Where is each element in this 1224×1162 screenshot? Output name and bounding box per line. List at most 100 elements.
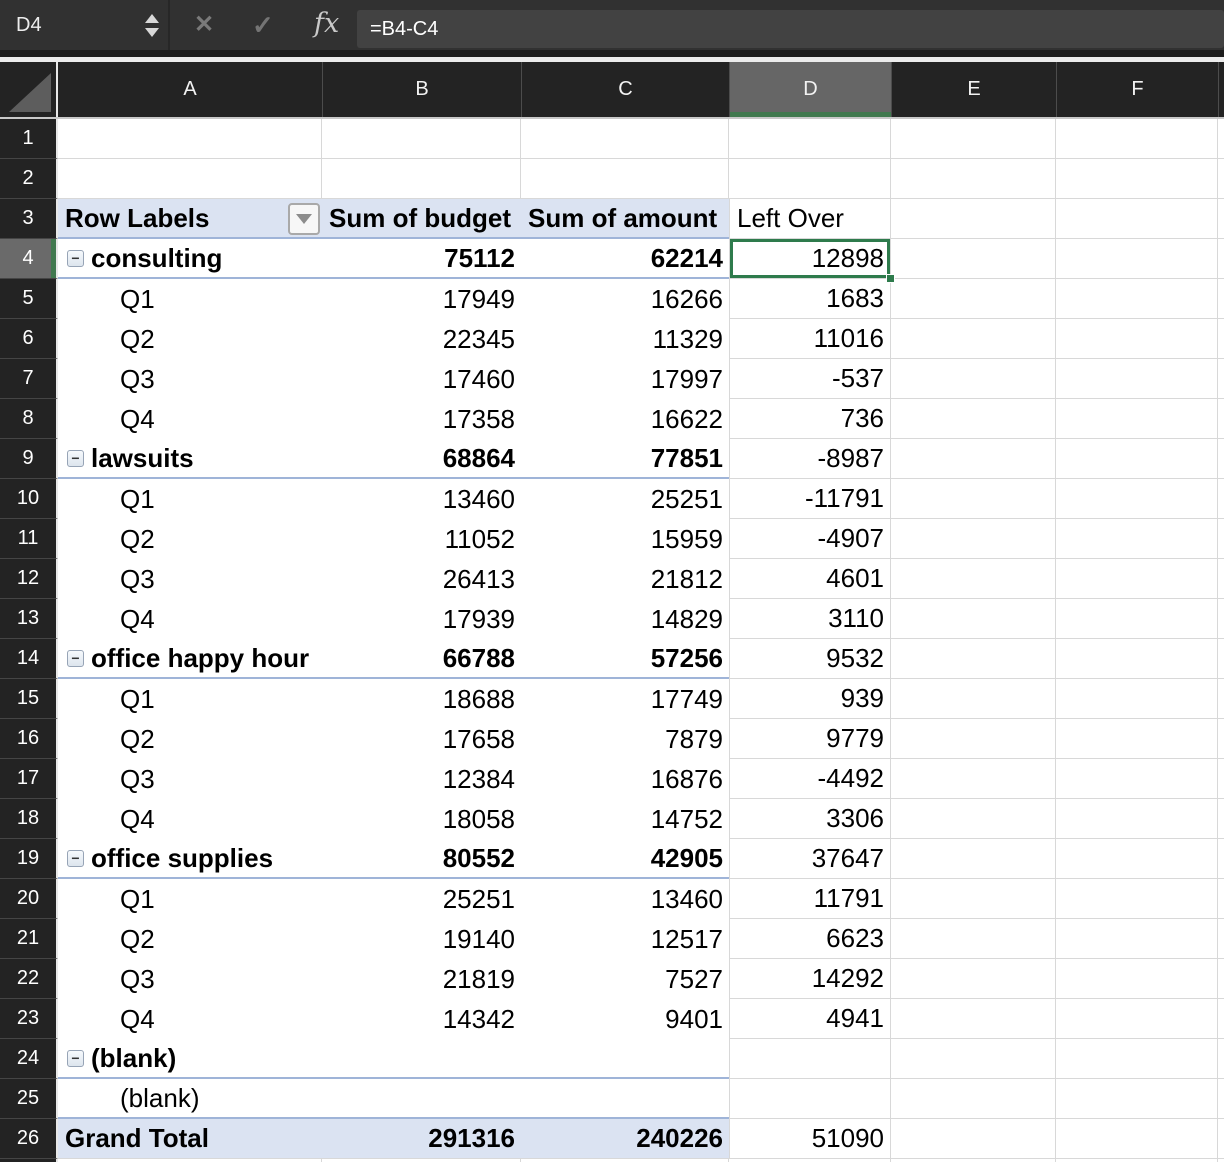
- cell-E13[interactable]: [891, 599, 1056, 639]
- cell-B4[interactable]: 75112: [322, 239, 521, 279]
- cell-E24[interactable]: [891, 1039, 1056, 1079]
- cell-F18[interactable]: [1056, 799, 1218, 839]
- cell-F20[interactable]: [1056, 879, 1218, 919]
- cell-A22[interactable]: Q3: [58, 959, 322, 999]
- collapse-button[interactable]: −: [67, 650, 84, 667]
- row-header-26[interactable]: 26: [0, 1119, 58, 1159]
- cell-E1[interactable]: [891, 119, 1056, 159]
- row-header-8[interactable]: 8: [0, 399, 58, 439]
- select-all-corner[interactable]: [0, 62, 58, 117]
- cell-E6[interactable]: [891, 319, 1056, 359]
- cell-D16[interactable]: 9779: [729, 719, 891, 759]
- cell-B17[interactable]: 12384: [322, 759, 521, 799]
- cell-A25[interactable]: (blank): [58, 1079, 322, 1119]
- cell-D3[interactable]: Left Over: [729, 199, 891, 239]
- cell-C21[interactable]: 12517: [521, 919, 729, 959]
- column-header-F[interactable]: F: [1056, 62, 1218, 117]
- cell-C18[interactable]: 14752: [521, 799, 729, 839]
- cell-B18[interactable]: 18058: [322, 799, 521, 839]
- row-header-6[interactable]: 6: [0, 319, 58, 359]
- cell-A8[interactable]: Q4: [58, 399, 322, 439]
- cell-D5[interactable]: 1683: [729, 279, 891, 319]
- cell-C20[interactable]: 13460: [521, 879, 729, 919]
- cell-E7[interactable]: [891, 359, 1056, 399]
- cell-C9[interactable]: 77851: [521, 439, 729, 479]
- cell-B25[interactable]: [322, 1079, 521, 1119]
- cell-F5[interactable]: [1056, 279, 1218, 319]
- cell-F12[interactable]: [1056, 559, 1218, 599]
- row-header-24[interactable]: 24: [0, 1039, 58, 1079]
- row-header-18[interactable]: 18: [0, 799, 58, 839]
- confirm-icon[interactable]: ✓: [252, 0, 274, 50]
- cell-F15[interactable]: [1056, 679, 1218, 719]
- cell-C24[interactable]: [521, 1039, 729, 1079]
- row-header-9[interactable]: 9: [0, 439, 58, 479]
- cell-D4[interactable]: 12898: [729, 239, 891, 279]
- cell-B24[interactable]: [322, 1039, 521, 1079]
- cell-D8[interactable]: 736: [729, 399, 891, 439]
- cell-F3[interactable]: [1056, 199, 1218, 239]
- cell-C5[interactable]: 16266: [521, 279, 729, 319]
- cell-A20[interactable]: Q1: [58, 879, 322, 919]
- cell-E22[interactable]: [891, 959, 1056, 999]
- cell-B2[interactable]: [322, 159, 521, 199]
- cell-A4[interactable]: −consulting: [58, 239, 322, 279]
- cell-E26[interactable]: [891, 1119, 1056, 1159]
- cell-F11[interactable]: [1056, 519, 1218, 559]
- cell-B26[interactable]: 291316: [322, 1119, 521, 1159]
- cell-C22[interactable]: 7527: [521, 959, 729, 999]
- collapse-button[interactable]: −: [67, 850, 84, 867]
- cell-A15[interactable]: Q1: [58, 679, 322, 719]
- cell-B19[interactable]: 80552: [322, 839, 521, 879]
- cell-D12[interactable]: 4601: [729, 559, 891, 599]
- cell-E10[interactable]: [891, 479, 1056, 519]
- cell-E19[interactable]: [891, 839, 1056, 879]
- cell-C23[interactable]: 9401: [521, 999, 729, 1039]
- cell-B20[interactable]: 25251: [322, 879, 521, 919]
- cell-D11[interactable]: -4907: [729, 519, 891, 559]
- cell-D2[interactable]: [729, 159, 891, 199]
- cell-E8[interactable]: [891, 399, 1056, 439]
- spinner-up-icon[interactable]: [145, 14, 159, 23]
- cell-D20[interactable]: 11791: [729, 879, 891, 919]
- cell-A21[interactable]: Q2: [58, 919, 322, 959]
- cell-D10[interactable]: -11791: [729, 479, 891, 519]
- cell-F17[interactable]: [1056, 759, 1218, 799]
- cell-B16[interactable]: 17658: [322, 719, 521, 759]
- cell-A24[interactable]: −(blank): [58, 1039, 322, 1079]
- cell-C15[interactable]: 17749: [521, 679, 729, 719]
- cell-F26[interactable]: [1056, 1119, 1218, 1159]
- cell-F4[interactable]: [1056, 239, 1218, 279]
- cell-A6[interactable]: Q2: [58, 319, 322, 359]
- cell-C3[interactable]: Sum of amount: [521, 199, 729, 239]
- row-header-15[interactable]: 15: [0, 679, 58, 719]
- cell-C14[interactable]: 57256: [521, 639, 729, 679]
- cell-F7[interactable]: [1056, 359, 1218, 399]
- cell-A26[interactable]: Grand Total: [58, 1119, 322, 1159]
- cell-D23[interactable]: 4941: [729, 999, 891, 1039]
- cell-D25[interactable]: [729, 1079, 891, 1119]
- column-header-A[interactable]: A: [58, 62, 322, 117]
- cell-D1[interactable]: [729, 119, 891, 159]
- collapse-button[interactable]: −: [67, 1050, 84, 1067]
- cell-E17[interactable]: [891, 759, 1056, 799]
- cell-C25[interactable]: [521, 1079, 729, 1119]
- spinner-down-icon[interactable]: [145, 28, 159, 37]
- cell-E2[interactable]: [891, 159, 1056, 199]
- cell-A23[interactable]: Q4: [58, 999, 322, 1039]
- row-header-22[interactable]: 22: [0, 959, 58, 999]
- cell-A13[interactable]: Q4: [58, 599, 322, 639]
- row-header-19[interactable]: 19: [0, 839, 58, 879]
- cell-D26[interactable]: 51090: [729, 1119, 891, 1159]
- row-header-1[interactable]: 1: [0, 119, 58, 159]
- column-header-C[interactable]: C: [521, 62, 729, 117]
- cell-F10[interactable]: [1056, 479, 1218, 519]
- cell-B12[interactable]: 26413: [322, 559, 521, 599]
- collapse-button[interactable]: −: [67, 250, 84, 267]
- row-header-25[interactable]: 25: [0, 1079, 58, 1119]
- cell-B23[interactable]: 14342: [322, 999, 521, 1039]
- cell-B1[interactable]: [322, 119, 521, 159]
- cell-B13[interactable]: 17939: [322, 599, 521, 639]
- cell-C8[interactable]: 16622: [521, 399, 729, 439]
- cell-C26[interactable]: 240226: [521, 1119, 729, 1159]
